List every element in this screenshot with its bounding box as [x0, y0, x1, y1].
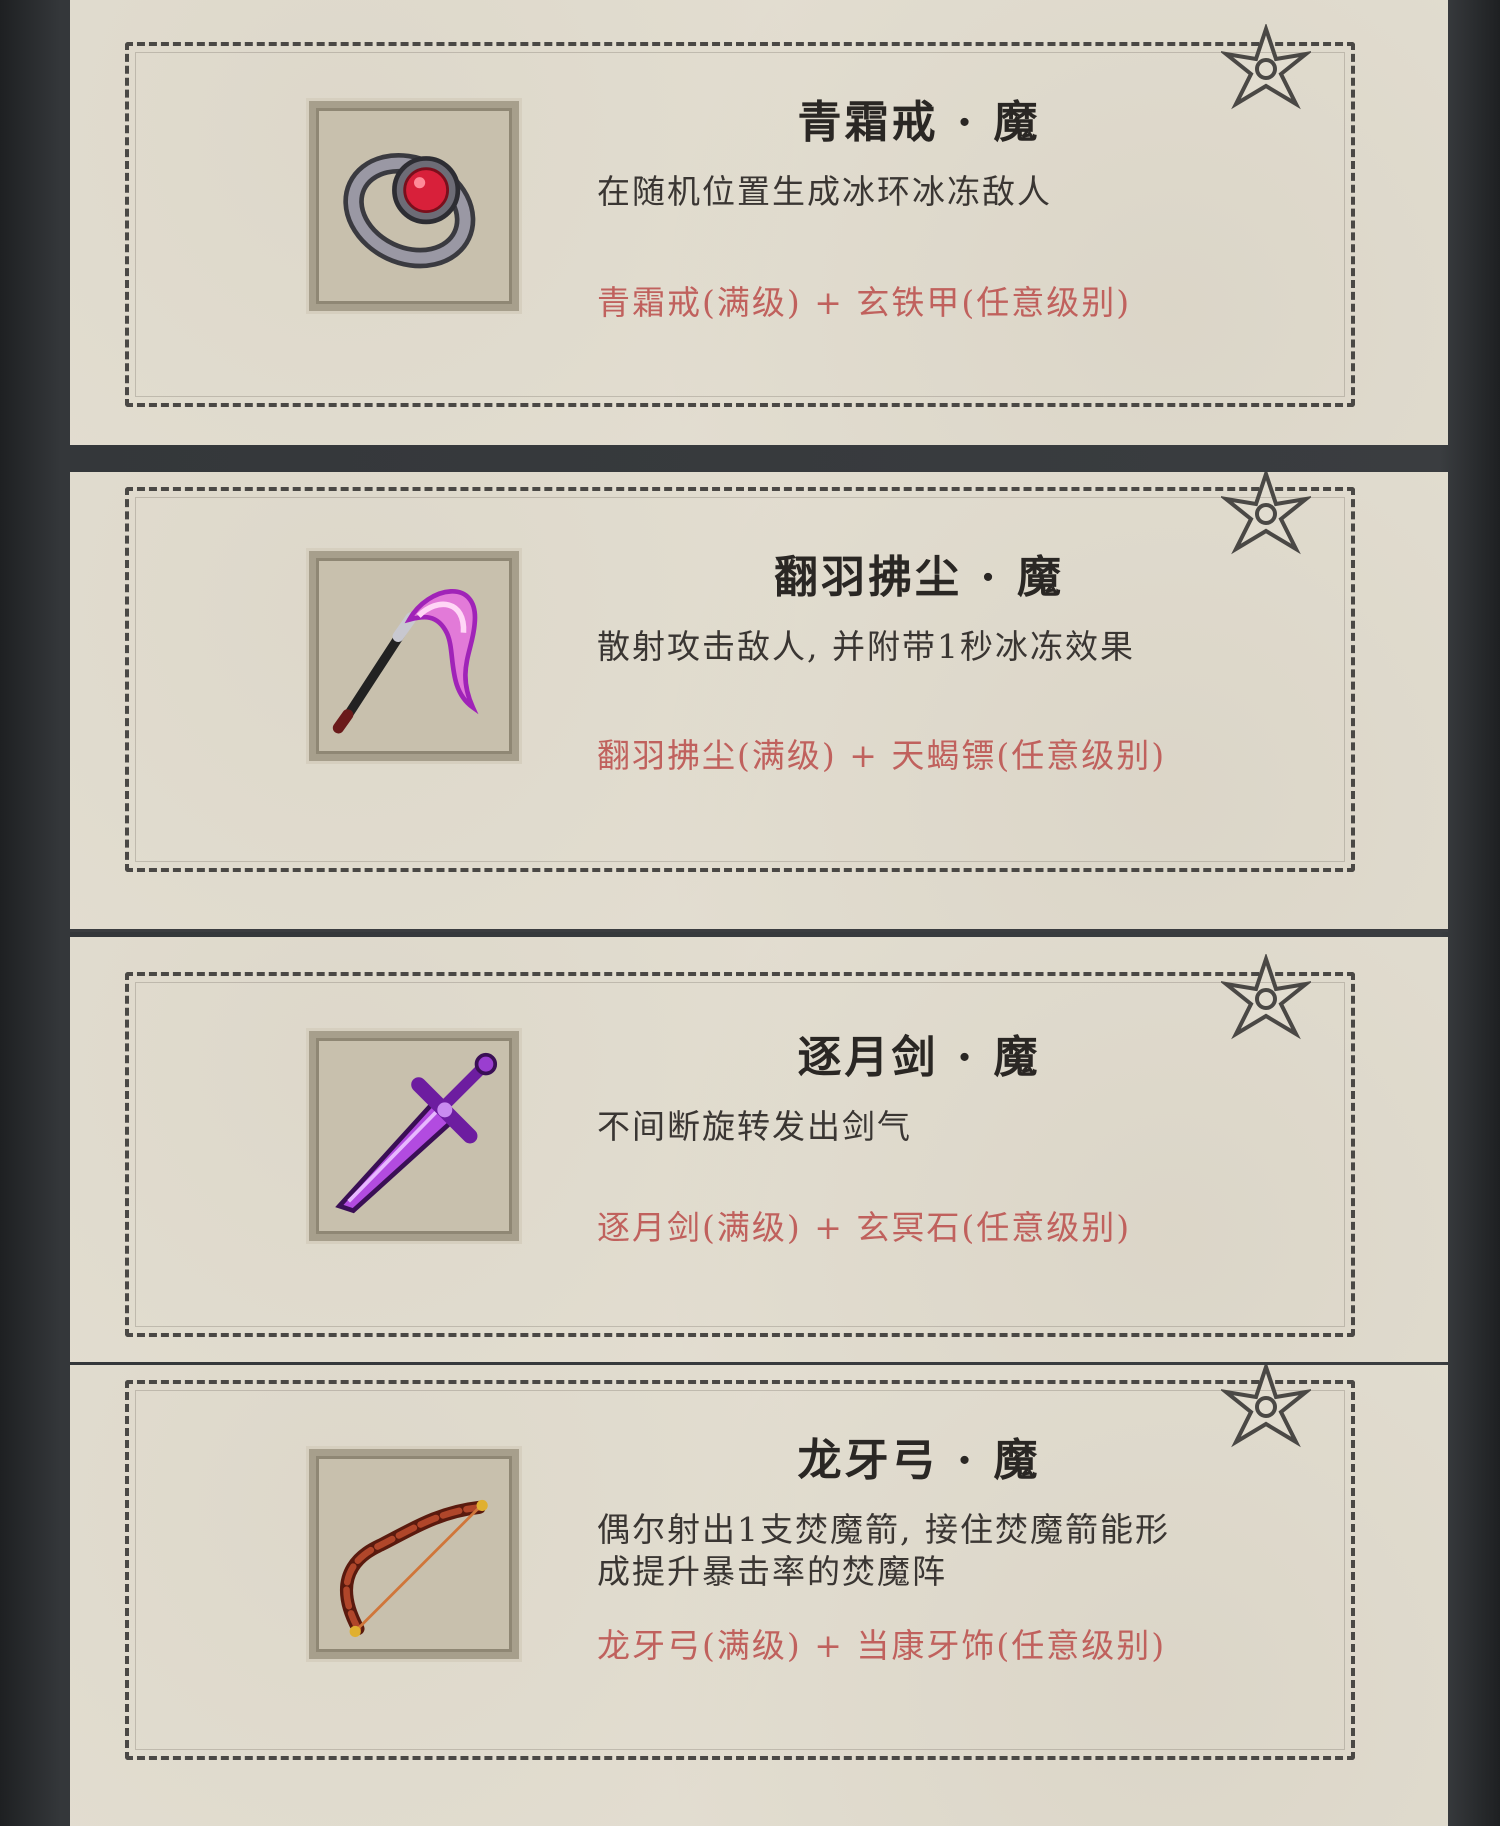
card-title: 青霜戒 · 魔: [797, 97, 1041, 148]
card-description: 偶尔射出1支焚魔箭, 接住焚魔箭能形 成提升暴击率的焚魔阵: [597, 1509, 1317, 1593]
ring-icon: [343, 153, 476, 269]
card-description: 不间断旋转发出剑气: [597, 1107, 912, 1146]
card-description: 散射攻击敌人, 并附带1秒冰冻效果: [597, 627, 1135, 666]
card-recipe: 逐月剑(满级) + 玄冥石(任意级别): [597, 1208, 1132, 1247]
ring-icon-frame: [309, 101, 519, 311]
sword-icon-frame: [309, 1031, 519, 1241]
evolution-list: 青霜戒 · 魔 在随机位置生成冰环冰冻敌人 青霜戒(满级) + 玄铁甲(任意级别…: [0, 0, 1500, 1826]
card-title: 翻羽拂尘 · 魔: [774, 552, 1064, 603]
card-title: 逐月剑 · 魔: [797, 1032, 1041, 1083]
card-recipe: 青霜戒(满级) + 玄铁甲(任意级别): [597, 283, 1132, 322]
shuriken-icon: [1221, 954, 1311, 1040]
evolution-card-feather-whisk[interactable]: 翻羽拂尘 · 魔 散射攻击敌人, 并附带1秒冰冻效果 翻羽拂尘(满级) + 天蝎…: [70, 472, 1448, 932]
card-border: 逐月剑 · 魔 不间断旋转发出剑气 逐月剑(满级) + 玄冥石(任意级别): [125, 954, 1355, 1337]
bow-icon: [340, 1499, 488, 1638]
evolution-card-frost-ring[interactable]: 青霜戒 · 魔 在随机位置生成冰环冰冻敌人 青霜戒(满级) + 玄铁甲(任意级别…: [70, 0, 1448, 445]
description-line-2: 成提升暴击率的焚魔阵: [597, 1552, 947, 1591]
divider: [70, 929, 1448, 932]
evolution-card-moon-sword[interactable]: 逐月剑 · 魔 不间断旋转发出剑气 逐月剑(满级) + 玄冥石(任意级别): [70, 937, 1448, 1362]
card-border: 青霜戒 · 魔 在随机位置生成冰环冰冻敌人 青霜戒(满级) + 玄铁甲(任意级别…: [125, 24, 1355, 407]
whisk-icon-frame: [309, 551, 519, 761]
shuriken-icon: [1221, 472, 1311, 555]
whisk-icon: [332, 589, 479, 734]
card-border: 翻羽拂尘 · 魔 散射攻击敌人, 并附带1秒冰冻效果 翻羽拂尘(满级) + 天蝎…: [125, 472, 1355, 872]
description-line-1: 偶尔射出1支焚魔箭, 接住焚魔箭能形: [597, 1510, 1170, 1549]
sword-icon: [335, 1052, 498, 1214]
bow-icon-frame: [309, 1449, 519, 1659]
card-description: 在随机位置生成冰环冰冻敌人: [597, 172, 1052, 211]
card-recipe: 翻羽拂尘(满级) + 天蝎镖(任意级别): [597, 736, 1167, 775]
card-border: 龙牙弓 · 魔 偶尔射出1支焚魔箭, 接住焚魔箭能形 成提升暴击率的焚魔阵 龙牙…: [125, 1365, 1355, 1760]
shuriken-icon: [1221, 1365, 1311, 1448]
evolution-card-dragon-bow[interactable]: 龙牙弓 · 魔 偶尔射出1支焚魔箭, 接住焚魔箭能形 成提升暴击率的焚魔阵 龙牙…: [70, 1365, 1448, 1826]
card-recipe: 龙牙弓(满级) + 当康牙饰(任意级别): [597, 1626, 1167, 1665]
shuriken-icon: [1221, 24, 1311, 110]
card-title: 龙牙弓 · 魔: [797, 1435, 1041, 1486]
